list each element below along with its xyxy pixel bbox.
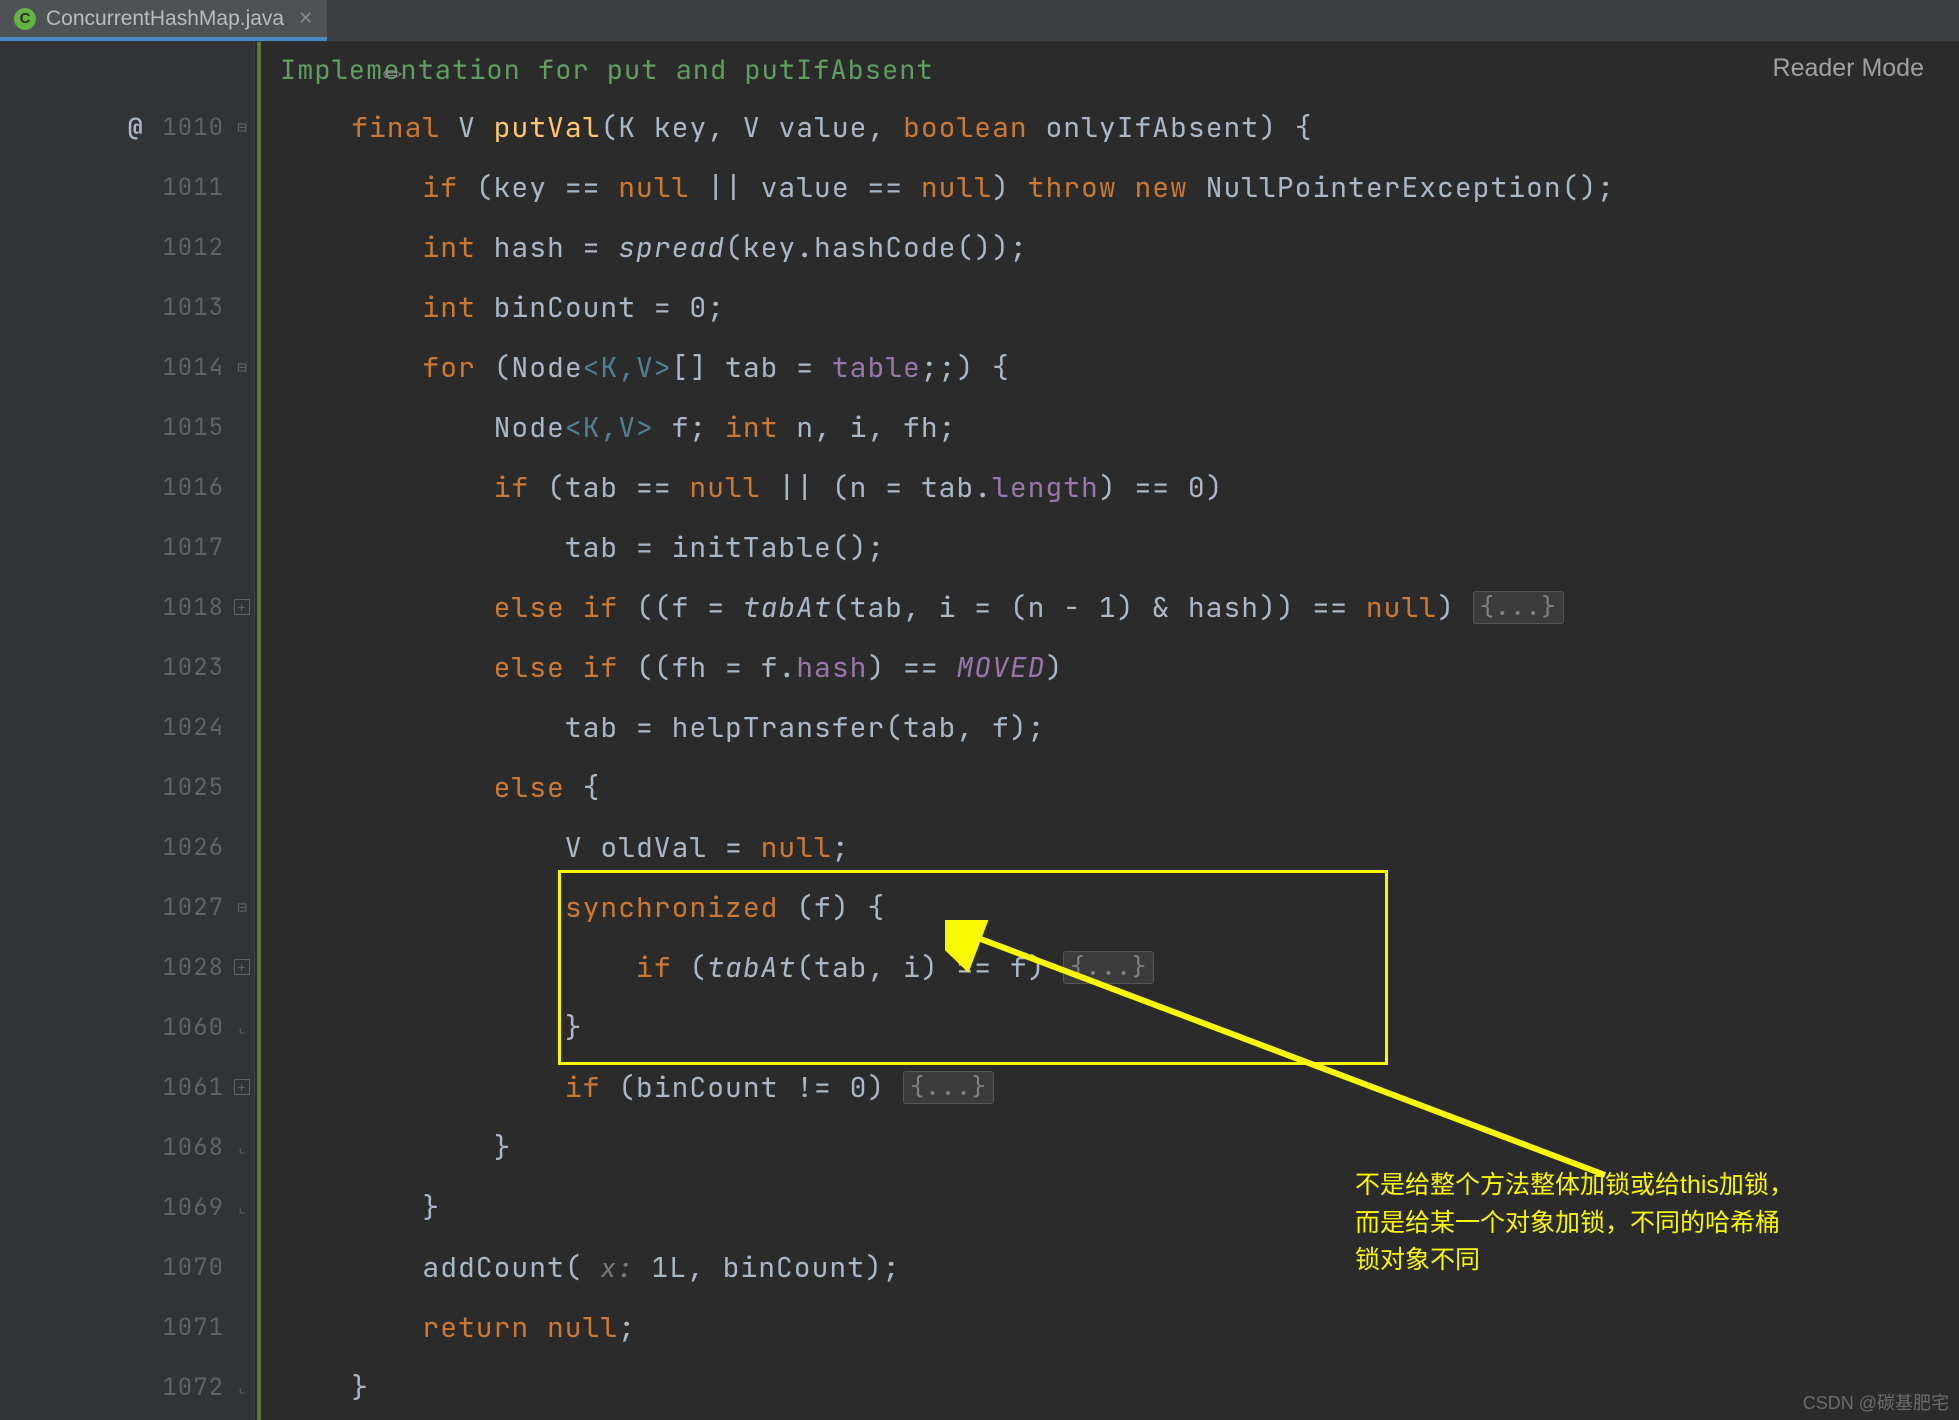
code-line[interactable]: if (key == null || value == null) throw … xyxy=(255,157,1959,217)
fold-close-icon[interactable]: ⌞ xyxy=(237,1137,248,1158)
line-number[interactable]: 1060⌞ xyxy=(0,997,254,1057)
line-number[interactable]: 1013 xyxy=(0,277,254,337)
close-icon[interactable]: ✕ xyxy=(298,8,313,29)
code-pane[interactable]: ✎ Implementation for put and putIfAbsent… xyxy=(255,42,1959,1420)
code-line[interactable]: } xyxy=(255,997,1959,1057)
code-line[interactable]: for (Node<K,V>[] tab = table;;) { xyxy=(255,337,1959,397)
line-number[interactable]: 1026 xyxy=(0,817,254,877)
code-line[interactable]: tab = helpTransfer(tab, f); xyxy=(255,697,1959,757)
code-line[interactable]: synchronized (f) { xyxy=(255,877,1959,937)
code-line[interactable]: } xyxy=(255,1357,1959,1417)
line-number[interactable]: 1010@⊟ xyxy=(0,97,254,157)
line-number[interactable]: 1061+ xyxy=(0,1057,254,1117)
line-number[interactable]: 1012 xyxy=(0,217,254,277)
annotation-text: 不是给整个方法整体加锁或给this加锁， 而是给某一个对象加锁，不同的哈希桶 锁… xyxy=(1355,1167,1794,1280)
file-tab[interactable]: C ConcurrentHashMap.java ✕ xyxy=(0,0,327,41)
line-number[interactable]: 1011 xyxy=(0,157,254,217)
code-line[interactable]: else { xyxy=(255,757,1959,817)
code-line[interactable]: return null; xyxy=(255,1297,1959,1357)
line-number[interactable]: 1016 xyxy=(0,457,254,517)
code-line[interactable]: int hash = spread(key.hashCode()); xyxy=(255,217,1959,277)
tab-bar: C ConcurrentHashMap.java ✕ xyxy=(0,0,1959,42)
code-line[interactable]: V oldVal = null; xyxy=(255,817,1959,877)
code-line[interactable]: else if ((f = tabAt(tab, i = (n - 1) & h… xyxy=(255,577,1959,637)
editor: 1010@⊟1011101210131014⊟1015101610171018+… xyxy=(0,42,1959,1420)
line-number[interactable]: 1023 xyxy=(0,637,254,697)
line-number[interactable]: 1071 xyxy=(0,1297,254,1357)
fold-plus-icon[interactable]: + xyxy=(234,1079,250,1095)
fold-close-icon[interactable]: ⌞ xyxy=(237,1377,248,1398)
fold-plus-icon[interactable]: + xyxy=(234,599,250,615)
fold-close-icon[interactable]: ⌞ xyxy=(237,1197,248,1218)
line-number[interactable]: 1069⌞ xyxy=(0,1177,254,1237)
fold-placeholder[interactable]: {...} xyxy=(1473,591,1564,624)
change-marker xyxy=(257,42,261,1420)
fold-minus-icon[interactable]: ⊟ xyxy=(237,117,248,138)
code-line[interactable]: tab = initTable(); xyxy=(255,517,1959,577)
watermark: CSDN @碳基肥宅 xyxy=(1803,1389,1949,1415)
line-number[interactable]: 1028+ xyxy=(0,937,254,997)
fold-plus-icon[interactable]: + xyxy=(234,959,250,975)
fold-placeholder[interactable]: {...} xyxy=(903,1071,994,1104)
fold-close-icon[interactable]: ⌞ xyxy=(237,1017,248,1038)
gutter: 1010@⊟1011101210131014⊟1015101610171018+… xyxy=(0,42,255,1420)
override-gutter-icon[interactable]: @ xyxy=(128,112,143,143)
code-line[interactable]: final V putVal(K key, V value, boolean o… xyxy=(255,97,1959,157)
line-number[interactable]: 1025 xyxy=(0,757,254,817)
line-number[interactable]: 1014⊟ xyxy=(0,337,254,397)
line-number[interactable]: 1017 xyxy=(0,517,254,577)
fold-minus-icon[interactable]: ⊟ xyxy=(237,897,248,918)
fold-placeholder[interactable]: {...} xyxy=(1063,951,1154,984)
code-line[interactable]: else if ((fh = f.hash) == MOVED) xyxy=(255,637,1959,697)
line-number[interactable]: 1072⌞ xyxy=(0,1357,254,1417)
line-number[interactable]: 1015 xyxy=(0,397,254,457)
line-number[interactable]: 1027⊟ xyxy=(0,877,254,937)
line-number[interactable]: 1024 xyxy=(0,697,254,757)
code-line[interactable]: int binCount = 0; xyxy=(255,277,1959,337)
code-line[interactable]: if (tabAt(tab, i) == f) {...} xyxy=(255,937,1959,997)
file-tab-name: ConcurrentHashMap.java xyxy=(46,7,284,31)
class-icon: C xyxy=(14,8,36,30)
line-number[interactable]: 1068⌞ xyxy=(0,1117,254,1177)
code-line[interactable]: Node<K,V> f; int n, i, fh; xyxy=(255,397,1959,457)
line-number[interactable]: 1018+ xyxy=(0,577,254,637)
reader-mode-label[interactable]: Reader Mode xyxy=(1773,54,1924,83)
inline-hint: x: xyxy=(600,1250,633,1285)
line-number[interactable]: 1070 xyxy=(0,1237,254,1297)
code-line[interactable]: if (binCount != 0) {...} xyxy=(255,1057,1959,1117)
fold-minus-icon[interactable]: ⊟ xyxy=(237,357,248,378)
code-line[interactable]: if (tab == null || (n = tab.length) == 0… xyxy=(255,457,1959,517)
